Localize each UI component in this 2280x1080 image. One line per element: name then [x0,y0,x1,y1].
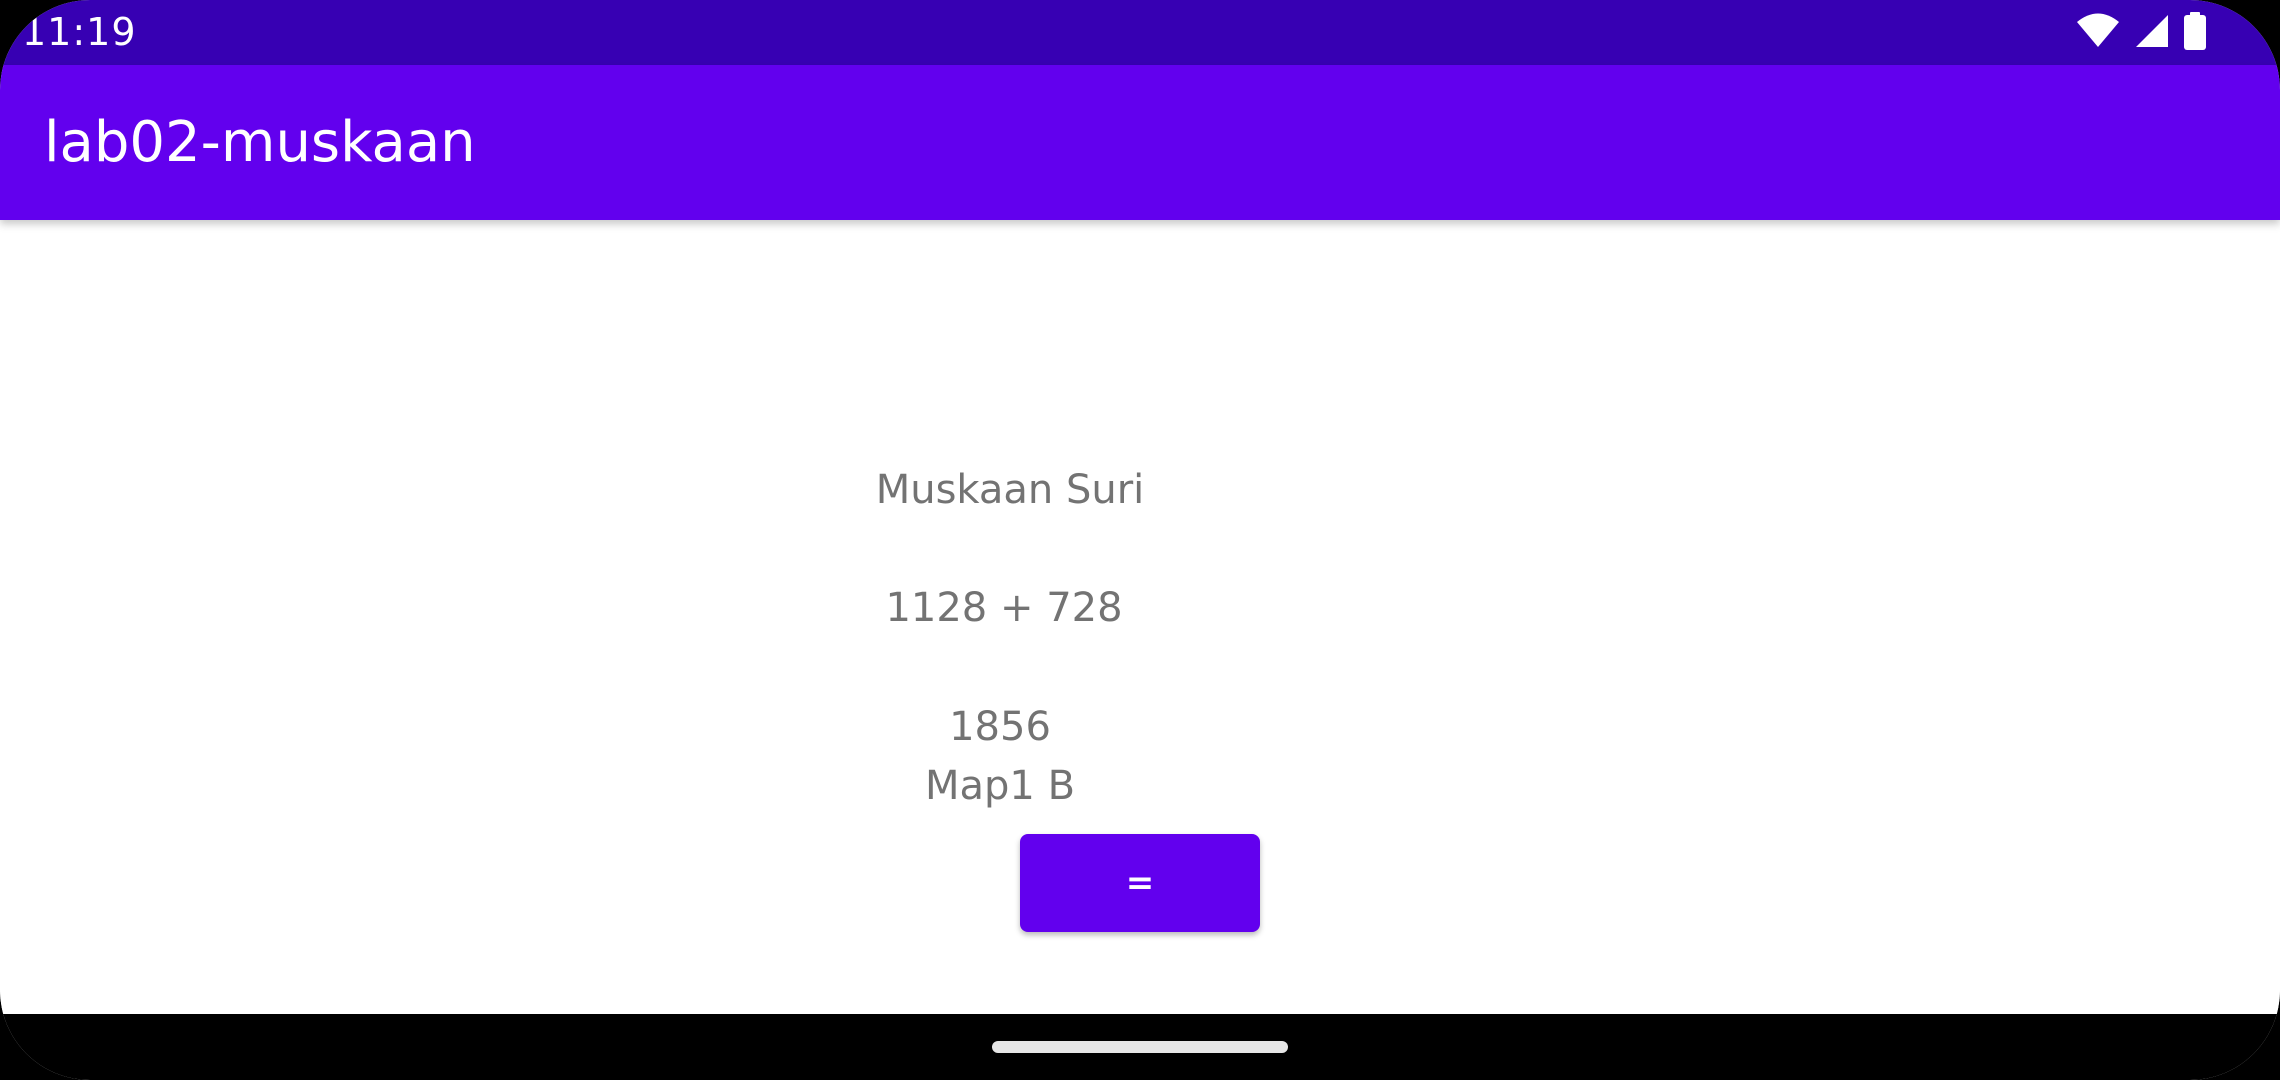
name-label: Muskaan Suri [875,467,1145,513]
result-label: 1856 [949,704,1051,750]
device-screen: 11:19 lab02-muskaan Muskaan Suri 1128 + … [0,0,2280,1080]
battery-icon [2184,12,2206,54]
app-title: lab02-muskaan [44,110,476,175]
status-time: 11:19 [22,10,137,54]
app-bar: lab02-muskaan [0,65,2280,220]
main-content: Muskaan Suri 1128 + 728 1856 Map1 B = [0,220,2280,1014]
expression-label: 1128 + 728 [885,585,1123,631]
status-bar: 11:19 [0,0,2280,65]
navigation-bar [0,1014,2280,1080]
cell-signal-icon [2134,13,2170,53]
status-icons [2076,12,2206,54]
equals-button[interactable]: = [1020,834,1260,932]
map-label: Map1 B [924,763,1076,809]
home-gesture-handle[interactable] [992,1041,1288,1053]
wifi-icon [2076,13,2120,53]
